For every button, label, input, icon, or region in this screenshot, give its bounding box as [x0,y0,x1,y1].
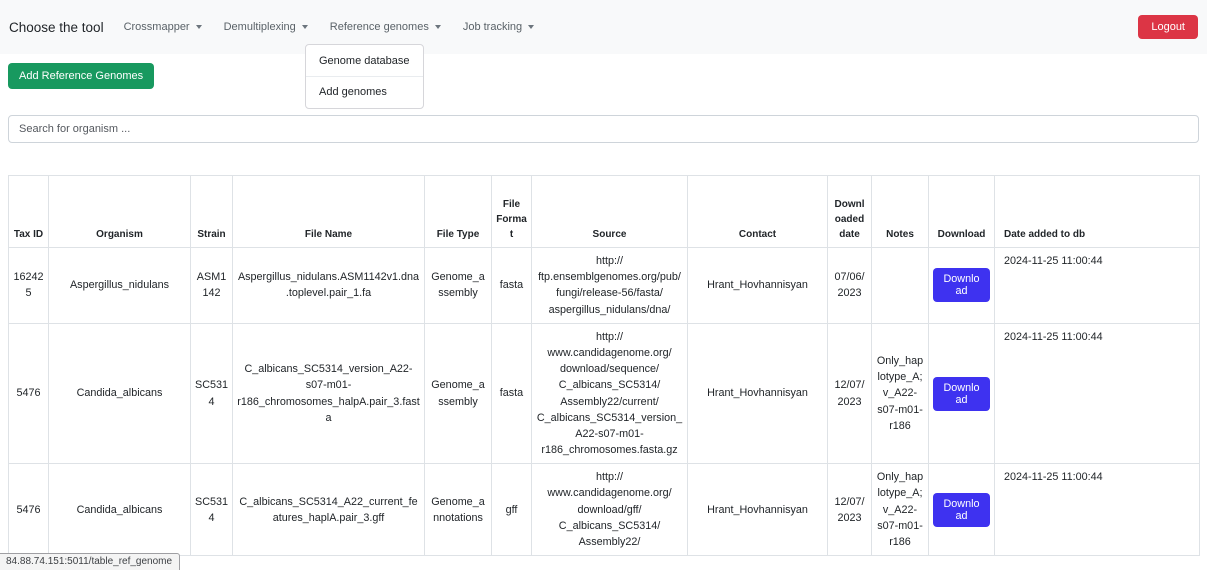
column-header-organism: Organism [49,176,191,248]
caret-down-icon [302,25,308,29]
cell-organism: Candida_albicans [49,464,191,556]
column-header-file-name: File Name [233,176,425,248]
nav-item-label: Crossmapper [124,21,190,33]
cell-tax-id: 5476 [9,464,49,556]
table-row: 5476Candida_albicansSC5314C_albicans_SC5… [9,464,1200,556]
cell-downloaded-date: 07/06/2023 [828,248,872,324]
cell-organism: Candida_albicans [49,323,191,464]
column-header-downloaded-date: Downloaded date [828,176,872,248]
column-header-strain: Strain [191,176,233,248]
search-input[interactable] [8,115,1199,143]
column-header-contact: Contact [688,176,828,248]
cell-strain: SC5314 [191,464,233,556]
column-header-source: Source [532,176,688,248]
download-button[interactable]: Download [933,493,990,527]
cell-file-format: fasta [492,248,532,324]
cell-file-type: Genome_annotations [425,464,492,556]
cell-file-name: C_albicans_SC5314_A22_current_features_h… [233,464,425,556]
reference-genomes-table: Tax IDOrganismStrainFile NameFile TypeFi… [8,175,1200,556]
main-content: Add Reference Genomes Tax IDOrganismStra… [0,54,1207,556]
caret-down-icon [196,25,202,29]
cell-downloaded-date: 12/07/2023 [828,323,872,464]
cell-file-name: Aspergillus_nidulans.ASM1142v1.dna.tople… [233,248,425,324]
cell-contact: Hrant_Hovhannisyan [688,323,828,464]
cell-tax-id: 5476 [9,323,49,464]
table-row: 162425Aspergillus_nidulansASM1142Aspergi… [9,248,1200,324]
cell-notes: Only_haplotype_A;v_A22-s07-m01-r186 [872,323,929,464]
column-header-tax-id: Tax ID [9,176,49,248]
add-reference-genomes-button[interactable]: Add Reference Genomes [8,63,154,89]
status-bar-link-preview: 84.88.74.151:5011/table_ref_genome [0,553,180,570]
cell-file-type: Genome_assembly [425,323,492,464]
caret-down-icon [528,25,534,29]
cell-file-type: Genome_assembly [425,248,492,324]
cell-source: http:/​/​ftp.ensemblgenomes.org/​pub/​fu… [532,248,688,324]
column-header-notes: Notes [872,176,929,248]
table-body: 162425Aspergillus_nidulansASM1142Aspergi… [9,248,1200,556]
dropdown-item-genome-database[interactable]: Genome database [306,50,423,72]
cell-download: Download [929,248,995,324]
cell-downloaded-date: 12/07/2023 [828,464,872,556]
nav-item-label: Demultiplexing [224,21,296,33]
nav-item-crossmapper[interactable]: Crossmapper [124,21,202,33]
top-navbar: Choose the tool Crossmapper Demultiplexi… [0,0,1207,54]
column-header-file-type: File Type [425,176,492,248]
dropdown-divider [306,76,423,77]
cell-date-added: 2024-11-25 11:00:44 [995,323,1200,464]
table-header-row: Tax IDOrganismStrainFile NameFile TypeFi… [9,176,1200,248]
cell-source: http:/​/​www.candidagenome.org/​download… [532,464,688,556]
caret-down-icon [435,25,441,29]
column-header-file-format: File Format [492,176,532,248]
nav-item-demultiplexing[interactable]: Demultiplexing [224,21,308,33]
nav-item-label: Reference genomes [330,21,429,33]
cell-source: http:/​/​www.candidagenome.org/​download… [532,323,688,464]
cell-file-format: gff [492,464,532,556]
table-row: 5476Candida_albicansSC5314C_albicans_SC5… [9,323,1200,464]
cell-tax-id: 162425 [9,248,49,324]
cell-date-added: 2024-11-25 11:00:44 [995,248,1200,324]
cell-contact: Hrant_Hovhannisyan [688,464,828,556]
cell-file-format: fasta [492,323,532,464]
dropdown-item-add-genomes[interactable]: Add genomes [306,81,423,103]
cell-organism: Aspergillus_nidulans [49,248,191,324]
cell-file-name: C_albicans_SC5314_version_A22-s07-m01-r1… [233,323,425,464]
cell-notes: Only_haplotype_A;v_A22-s07-m01-r186 [872,464,929,556]
nav-item-label: Job tracking [463,21,522,33]
cell-download: Download [929,323,995,464]
nav-item-reference-genomes[interactable]: Reference genomes [330,21,441,33]
column-header-date-added: Date added to db [995,176,1200,248]
download-button[interactable]: Download [933,268,990,302]
cell-contact: Hrant_Hovhannisyan [688,248,828,324]
cell-date-added: 2024-11-25 11:00:44 [995,464,1200,556]
nav-item-job-tracking[interactable]: Job tracking [463,21,534,33]
column-header-download: Download [929,176,995,248]
logout-button[interactable]: Logout [1138,15,1198,39]
cell-strain: SC5314 [191,323,233,464]
reference-genomes-dropdown: Genome database Add genomes [305,44,424,109]
download-button[interactable]: Download [933,377,990,411]
cell-strain: ASM1142 [191,248,233,324]
app-brand: Choose the tool [9,20,104,35]
cell-notes [872,248,929,324]
cell-download: Download [929,464,995,556]
